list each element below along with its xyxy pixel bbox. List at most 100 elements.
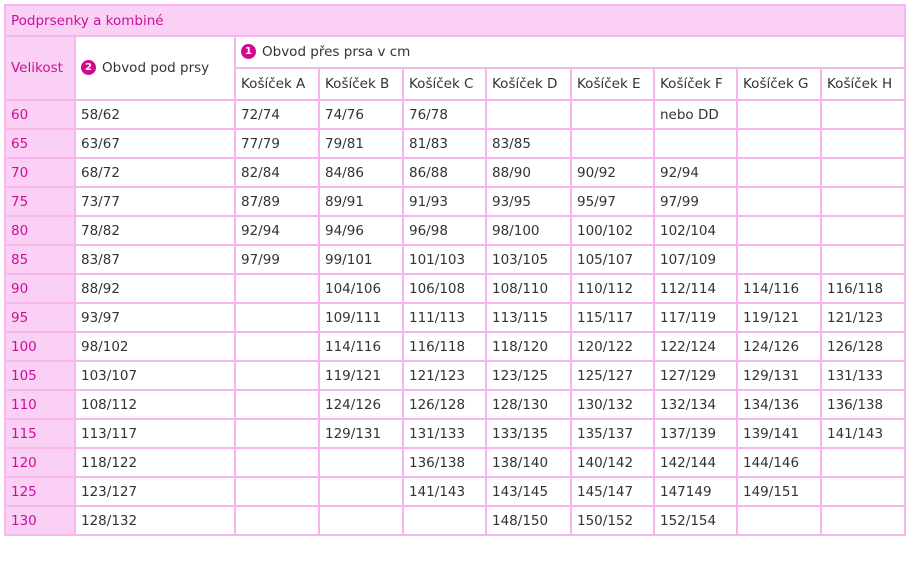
table-row: 120 118/122 136/138 138/140 140/142 142/144 14… xyxy=(4,447,907,478)
cup-header-c: Košíček C xyxy=(402,67,487,101)
bust-cell xyxy=(819,505,907,536)
bust-cell: 93/95 xyxy=(485,186,572,217)
table-row: 80 78/82 92/94 94/96 96/98 98/100 100/102 102/1… xyxy=(4,215,907,246)
bust-cell: 136/138 xyxy=(402,447,487,478)
bust-cell: 139/141 xyxy=(736,418,822,449)
bust-cell: 143/145 xyxy=(485,476,572,507)
underbust-cell: 128/132 xyxy=(74,505,236,536)
bust-cell: 98/100 xyxy=(485,215,572,246)
table-row: 105 103/107 119/121 121/123 123/125 125/127 12… xyxy=(4,360,907,391)
size-cell: 115 xyxy=(4,418,76,449)
underbust-cell: 108/112 xyxy=(74,389,236,420)
bust-cell: 133/135 xyxy=(485,418,572,449)
size-cell: 75 xyxy=(4,186,76,217)
bust-cell: 152/154 xyxy=(653,505,738,536)
bust-cell: 112/114 xyxy=(653,273,738,304)
table-row: 100 98/102 114/116 116/118 118/120 120/122 122… xyxy=(4,331,907,362)
underbust-cell: 98/102 xyxy=(74,331,236,362)
bust-cell: 116/118 xyxy=(402,331,487,362)
size-cell: 110 xyxy=(4,389,76,420)
bust-cell: 94/96 xyxy=(318,215,404,246)
bust-cell: 137/139 xyxy=(653,418,738,449)
bust-cell: 108/110 xyxy=(485,273,572,304)
underbust-cell: 113/117 xyxy=(74,418,236,449)
underbust-cell: 58/62 xyxy=(74,99,236,130)
bust-cell: 141/143 xyxy=(819,418,907,449)
bust-cell xyxy=(234,389,320,420)
bust-cell: 123/125 xyxy=(485,360,572,391)
bust-cell: 102/104 xyxy=(653,215,738,246)
bust-cell xyxy=(819,99,907,130)
bust-label: Obvod přes prsa v cm xyxy=(262,44,411,60)
bust-cell xyxy=(234,447,320,478)
bust-cell xyxy=(234,505,320,536)
underbust-cell: 68/72 xyxy=(74,157,236,188)
bust-cell: 118/120 xyxy=(485,331,572,362)
badge-1-icon: 1 xyxy=(241,43,256,59)
bust-cell xyxy=(736,99,822,130)
bust-cell: 135/137 xyxy=(570,418,655,449)
bust-cell: 124/126 xyxy=(736,331,822,362)
table-body: 60 58/62 72/74 74/76 76/78 nebo DD 65 63/67 77/7… xyxy=(4,99,907,536)
bust-cell: 110/112 xyxy=(570,273,655,304)
underbust-cell: 88/92 xyxy=(74,273,236,304)
cup-header-g: Košíček G xyxy=(736,67,822,101)
bust-cell: 97/99 xyxy=(653,186,738,217)
bust-cell xyxy=(736,505,822,536)
underbust-cell: 78/82 xyxy=(74,215,236,246)
bust-cell xyxy=(819,128,907,159)
bust-cell xyxy=(653,128,738,159)
size-cell: 130 xyxy=(4,505,76,536)
bust-cell xyxy=(318,476,404,507)
bust-cell: 106/108 xyxy=(402,273,487,304)
bust-cell: 140/142 xyxy=(570,447,655,478)
bust-cell xyxy=(234,273,320,304)
size-cell: 105 xyxy=(4,360,76,391)
bust-cell: 104/106 xyxy=(318,273,404,304)
table-row: 110 108/112 124/126 126/128 128/130 130/132 13… xyxy=(4,389,907,420)
bust-cell: nebo DD xyxy=(653,99,738,130)
bust-cell xyxy=(234,418,320,449)
bust-cell: 138/140 xyxy=(485,447,572,478)
table-row: 75 73/77 87/89 89/91 91/93 93/95 95/97 97/99 xyxy=(4,186,907,217)
bust-cell: 81/83 xyxy=(402,128,487,159)
bust-cell: 95/97 xyxy=(570,186,655,217)
bust-cell: 77/79 xyxy=(234,128,320,159)
bust-cell: 120/122 xyxy=(570,331,655,362)
cup-header-a: Košíček A xyxy=(234,67,320,101)
underbust-cell: 93/97 xyxy=(74,302,236,333)
bust-cell: 91/93 xyxy=(402,186,487,217)
bust-cell: 116/118 xyxy=(819,273,907,304)
table-row: 130 128/132 148/150 150/152 152/154 xyxy=(4,505,907,536)
bust-cell: 131/133 xyxy=(402,418,487,449)
bust-cell xyxy=(234,360,320,391)
cup-header-e: Košíček E xyxy=(570,67,655,101)
bust-cell: 145/147 xyxy=(570,476,655,507)
bust-cell xyxy=(736,244,822,275)
bust-cell: 130/132 xyxy=(570,389,655,420)
bust-cell: 113/115 xyxy=(485,302,572,333)
bust-column-header: 1 Obvod přes prsa v cm xyxy=(233,35,907,69)
size-cell: 60 xyxy=(4,99,76,130)
bust-cell: 114/116 xyxy=(736,273,822,304)
underbust-cell: 63/67 xyxy=(74,128,236,159)
bust-cell: 129/131 xyxy=(318,418,404,449)
size-cell: 125 xyxy=(4,476,76,507)
size-cell: 100 xyxy=(4,331,76,362)
underbust-column-header: 2 Obvod pod prsy xyxy=(74,35,236,101)
bust-cell xyxy=(318,447,404,478)
bust-cell: 74/76 xyxy=(318,99,404,130)
cup-header-b: Košíček B xyxy=(318,67,404,101)
bust-cell: 144/146 xyxy=(736,447,822,478)
bust-cell: 131/133 xyxy=(819,360,907,391)
bust-cell: 126/128 xyxy=(402,389,487,420)
bust-cell xyxy=(819,157,907,188)
bust-cell: 121/123 xyxy=(819,302,907,333)
bust-cell: 72/74 xyxy=(234,99,320,130)
table-title: Podprsenky a kombiné xyxy=(3,4,907,37)
bust-cell: 109/111 xyxy=(318,302,404,333)
bust-cell xyxy=(819,476,907,507)
bust-cell: 150/152 xyxy=(570,505,655,536)
bust-cell: 82/84 xyxy=(234,157,320,188)
bust-cell: 119/121 xyxy=(318,360,404,391)
